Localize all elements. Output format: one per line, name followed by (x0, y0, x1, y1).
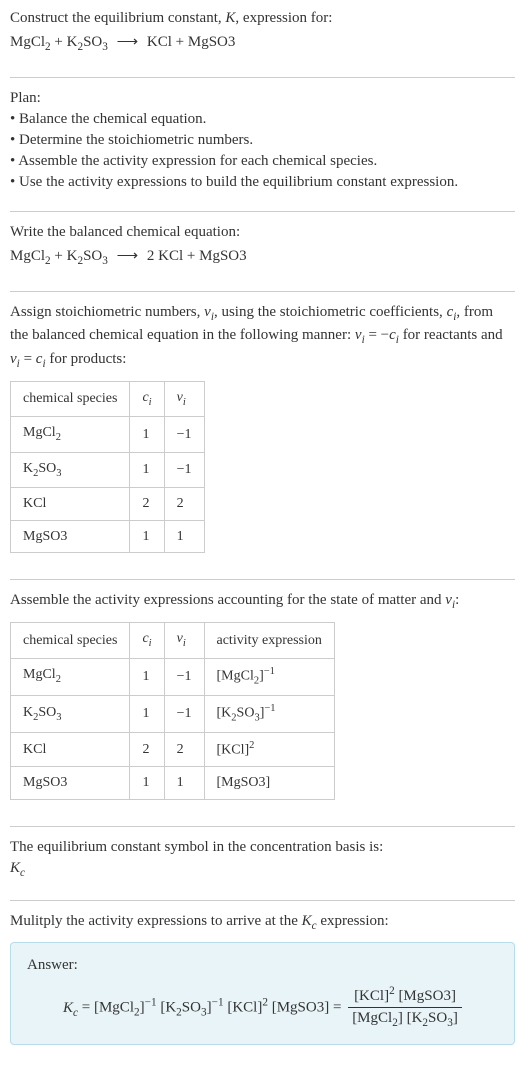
table-cell: [K2SO3]−1 (204, 695, 334, 732)
answer-label: Answer: (27, 955, 498, 976)
table-cell: 1 (130, 520, 164, 553)
table-cell: 1 (130, 452, 164, 487)
table-row: MgCl2 1 −1 [MgCl2]−1 (11, 658, 335, 695)
table-header: νi (164, 381, 204, 416)
stoich-table: chemical species ci νi MgCl2 1 −1 K2SO3 … (10, 381, 205, 554)
divider (10, 77, 515, 78)
activity-section: Assemble the activity expressions accoun… (10, 590, 515, 815)
table-cell: MgSO3 (11, 767, 130, 800)
plan-section: Plan: Balance the chemical equation. Det… (10, 88, 515, 201)
fraction-numerator: [KCl]2 [MgSO3] (348, 984, 462, 1008)
title-section: Construct the equilibrium constant, K, e… (10, 8, 515, 67)
table-row: MgSO3 1 1 [MgSO3] (11, 767, 335, 800)
plan-heading: Plan: (10, 88, 515, 109)
table-cell: −1 (164, 658, 204, 695)
balanced-section: Write the balanced chemical equation: Mg… (10, 222, 515, 281)
plan-list: Balance the chemical equation. Determine… (10, 109, 515, 193)
table-cell: 1 (130, 767, 164, 800)
table-cell: 2 (130, 732, 164, 766)
table-header: νi (164, 623, 204, 658)
table-cell: 1 (130, 695, 164, 732)
table-header: ci (130, 623, 164, 658)
table-cell: [KCl]2 (204, 732, 334, 766)
table-header-row: chemical species ci νi (11, 381, 205, 416)
table-cell: 1 (130, 417, 164, 452)
eq-constant-text: The equilibrium constant symbol in the c… (10, 837, 515, 858)
table-cell: 2 (164, 488, 204, 521)
table-row: K2SO3 1 −1 (11, 452, 205, 487)
title-text: Construct the equilibrium constant, K, e… (10, 8, 515, 29)
table-cell: 2 (164, 732, 204, 766)
table-cell: K2SO3 (11, 695, 130, 732)
table-header: chemical species (11, 623, 130, 658)
table-row: KCl 2 2 [KCl]2 (11, 732, 335, 766)
table-cell: 2 (130, 488, 164, 521)
answer-formula: Kc = [MgCl2]−1 [K2SO3]−1 [KCl]2 [MgSO3] … (27, 984, 498, 1032)
table-cell: MgSO3 (11, 520, 130, 553)
answer-box: Answer: Kc = [MgCl2]−1 [K2SO3]−1 [KCl]2 … (10, 942, 515, 1045)
table-header: ci (130, 381, 164, 416)
table-cell: MgCl2 (11, 658, 130, 695)
eq-constant-symbol: Kc (10, 858, 515, 882)
divider (10, 826, 515, 827)
table-cell: −1 (164, 452, 204, 487)
table-cell: 1 (130, 658, 164, 695)
divider (10, 900, 515, 901)
fraction-denominator: [MgCl2] [K2SO3] (348, 1008, 462, 1032)
table-row: KCl 2 2 (11, 488, 205, 521)
table-cell: 1 (164, 767, 204, 800)
table-cell: 1 (164, 520, 204, 553)
table-cell: [MgSO3] (204, 767, 334, 800)
table-row: MgSO3 1 1 (11, 520, 205, 553)
plan-item: Assemble the activity expression for eac… (10, 151, 515, 172)
table-header: activity expression (204, 623, 334, 658)
table-cell: [MgCl2]−1 (204, 658, 334, 695)
balanced-heading: Write the balanced chemical equation: (10, 222, 515, 243)
title-equation: MgCl2 + K2SO3 ⟶ KCl + MgSO3 (10, 32, 515, 56)
divider (10, 211, 515, 212)
divider (10, 291, 515, 292)
divider (10, 579, 515, 580)
table-cell: MgCl2 (11, 417, 130, 452)
table-cell: KCl (11, 732, 130, 766)
activity-table: chemical species ci νi activity expressi… (10, 622, 335, 800)
table-cell: K2SO3 (11, 452, 130, 487)
table-cell: −1 (164, 417, 204, 452)
multiply-text: Mulitply the activity expressions to arr… (10, 911, 515, 935)
table-row: K2SO3 1 −1 [K2SO3]−1 (11, 695, 335, 732)
plan-item: Use the activity expressions to build th… (10, 172, 515, 193)
table-header-row: chemical species ci νi activity expressi… (11, 623, 335, 658)
eq-constant-section: The equilibrium constant symbol in the c… (10, 837, 515, 890)
plan-item: Balance the chemical equation. (10, 109, 515, 130)
table-cell: −1 (164, 695, 204, 732)
table-cell: KCl (11, 488, 130, 521)
multiply-section: Mulitply the activity expressions to arr… (10, 911, 515, 1054)
table-header: chemical species (11, 381, 130, 416)
balanced-equation: MgCl2 + K2SO3 ⟶ 2 KCl + MgSO3 (10, 246, 515, 270)
plan-item: Determine the stoichiometric numbers. (10, 130, 515, 151)
table-row: MgCl2 1 −1 (11, 417, 205, 452)
stoich-section: Assign stoichiometric numbers, νi, using… (10, 302, 515, 570)
stoich-text: Assign stoichiometric numbers, νi, using… (10, 302, 515, 373)
activity-text: Assemble the activity expressions accoun… (10, 590, 515, 614)
